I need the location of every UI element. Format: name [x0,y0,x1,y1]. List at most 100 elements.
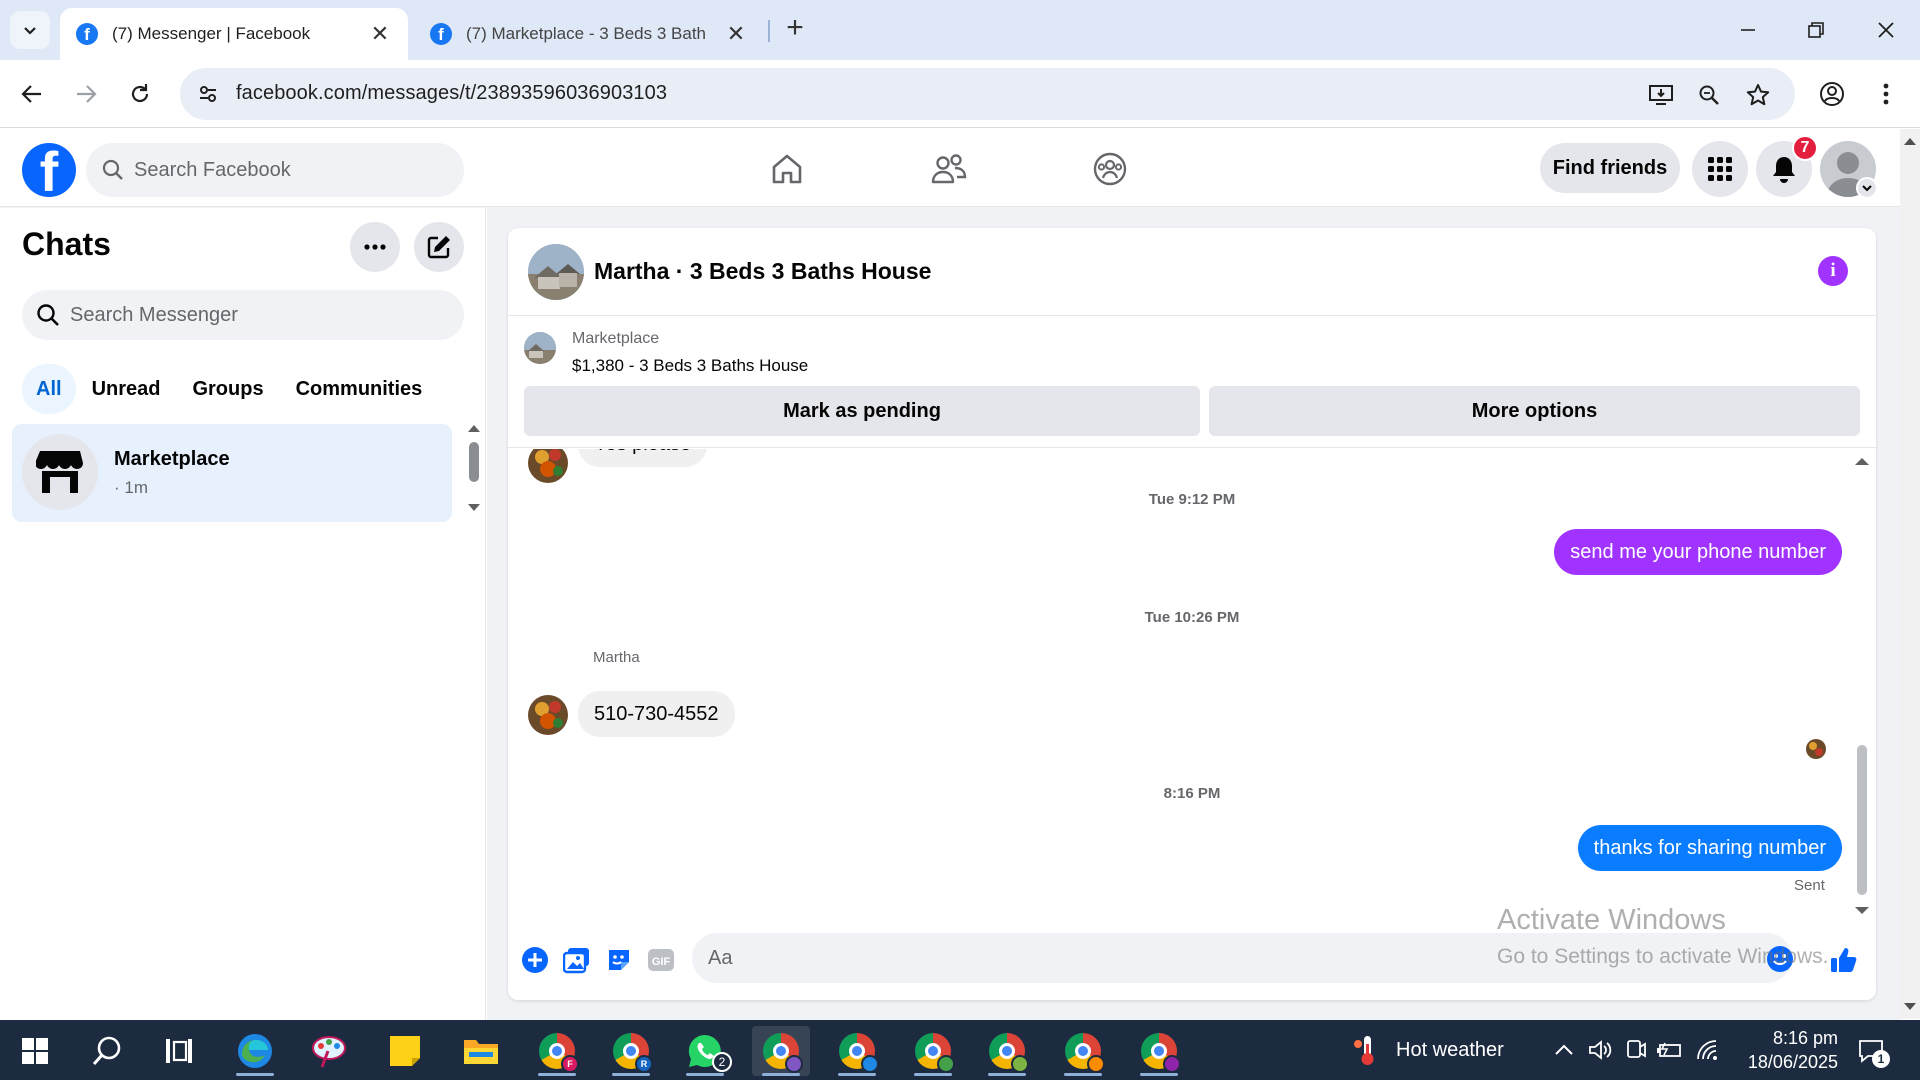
conversation-title[interactable]: Martha · 3 Beds 3 Baths House [594,258,931,285]
messenger-search[interactable] [22,290,464,340]
arrow-right-icon [77,85,97,103]
back-button[interactable] [14,76,50,112]
facebook-logo-icon[interactable]: f [22,143,76,197]
whatsapp-taskbar-icon[interactable]: 2 [676,1026,734,1076]
friends-nav-button[interactable] [929,149,969,189]
martha-avatar[interactable] [528,449,568,483]
start-button[interactable] [6,1026,64,1076]
close-tab-icon[interactable]: ✕ [368,21,392,47]
scroll-up-icon[interactable] [1855,457,1869,465]
volume-icon[interactable] [1586,1036,1614,1064]
chrome-icon: R [613,1033,653,1073]
scroll-up-icon[interactable] [468,424,480,432]
url-text[interactable]: facebook.com/messages/t/2389359603690310… [236,82,667,105]
more-options-button[interactable]: More options [1209,386,1860,436]
zoom-icon[interactable] [1696,82,1722,108]
forward-button[interactable] [68,76,104,112]
sticky-notes-taskbar-icon[interactable] [376,1026,434,1076]
close-tab-icon[interactable]: ✕ [724,21,748,47]
gif-icon[interactable]: GIF [646,945,676,975]
filter-all[interactable]: All [22,364,76,414]
message-bubble-incoming[interactable]: Yes please [578,449,708,467]
chrome-profile-5-taskbar-icon[interactable] [1054,1026,1112,1076]
weather-widget[interactable]: Hot weather [1352,1020,1504,1080]
tab-search-button[interactable] [10,11,50,49]
chrome-profile-4-taskbar-icon[interactable] [978,1026,1036,1076]
martha-avatar[interactable] [528,695,568,735]
listing-avatar[interactable] [528,244,584,300]
bookmark-star-icon[interactable] [1745,82,1771,108]
scroll-up-icon[interactable] [1904,137,1916,145]
home-nav-button[interactable] [767,149,807,189]
taskbar-search-button[interactable] [78,1026,136,1076]
chrome-profile-2-taskbar-icon[interactable] [828,1026,886,1076]
chrome-profile-f-taskbar-icon[interactable]: F [528,1026,586,1076]
chrome-icon [989,1033,1029,1073]
message-bubble-outgoing[interactable]: send me your phone number [1554,529,1842,575]
close-window-button[interactable] [1866,10,1906,50]
groups-nav-button[interactable] [1090,149,1130,189]
find-friends-button[interactable]: Find friends [1540,143,1680,193]
site-settings-icon[interactable] [194,80,222,108]
browser-menu-button[interactable] [1868,76,1904,112]
profile-button[interactable] [1814,76,1850,112]
tab-title: (7) Marketplace - 3 Beds 3 Bath [466,24,707,43]
chrome-icon [1141,1033,1181,1073]
message-scrollbar[interactable] [1850,449,1872,925]
mark-as-pending-button[interactable]: Mark as pending [524,386,1200,436]
browser-tab-bar: f (7) Messenger | Facebook ✕ f (7) Marke… [0,0,1920,60]
battery-icon[interactable] [1656,1036,1684,1064]
messenger-search-input[interactable] [70,290,450,340]
scroll-thumb[interactable] [1857,745,1867,895]
menu-button[interactable] [1692,141,1748,197]
edge-taskbar-icon[interactable] [226,1026,284,1076]
chrome-icon: F [539,1033,579,1073]
chrome-profile-r-taskbar-icon[interactable]: R [602,1026,660,1076]
restore-button[interactable] [1796,10,1836,50]
paint-taskbar-icon[interactable] [300,1026,358,1076]
message-bubble-incoming[interactable]: 510-730-4552 [578,691,735,737]
minimize-button[interactable] [1728,10,1768,50]
like-thumb-icon[interactable] [1828,945,1858,975]
file-explorer-taskbar-icon[interactable] [452,1026,510,1076]
tab-marketplace[interactable]: f (7) Marketplace - 3 Beds 3 Bath ✕ [414,8,764,60]
page-scrollbar[interactable] [1900,129,1920,1019]
scroll-down-icon[interactable] [468,504,480,512]
info-icon[interactable]: i [1818,256,1848,286]
task-view-button[interactable] [150,1026,208,1076]
filter-communities[interactable]: Communities [280,364,439,414]
show-hidden-icons-icon[interactable] [1550,1036,1578,1064]
scroll-down-icon[interactable] [1904,1003,1916,1011]
more-vertical-icon [1883,83,1889,105]
chrome-profile-3-taskbar-icon[interactable] [904,1026,962,1076]
account-caret-icon[interactable] [1856,177,1878,199]
listing-thumbnail[interactable] [524,332,556,364]
sticker-icon[interactable] [604,945,634,975]
facebook-search[interactable] [86,143,464,197]
install-app-icon[interactable] [1648,82,1674,108]
filter-unread[interactable]: Unread [76,364,177,414]
minimize-icon [1741,29,1755,31]
chrome-profile-6-taskbar-icon[interactable] [1130,1026,1188,1076]
chat-list-item[interactable]: Marketplace · 1m [12,424,452,522]
message-bubble-outgoing[interactable]: thanks for sharing number [1577,825,1842,871]
notification-center-button[interactable]: 1 [1856,1036,1890,1068]
chat-options-button[interactable] [350,222,400,272]
photo-icon[interactable] [562,945,592,975]
facebook-search-input[interactable] [134,143,454,197]
scroll-down-icon[interactable] [1855,907,1869,915]
new-message-button[interactable] [414,222,464,272]
filter-groups[interactable]: Groups [176,364,279,414]
scroll-thumb[interactable] [469,442,479,482]
tab-messenger[interactable]: f (7) Messenger | Facebook ✕ [60,8,408,60]
chat-list-scrollbar[interactable] [466,424,482,524]
network-icon[interactable] [1694,1036,1722,1064]
omnibox[interactable]: facebook.com/messages/t/2389359603690310… [180,68,1795,120]
system-clock[interactable]: 8:16 pm 18/06/2025 [1728,1026,1838,1074]
add-attachment-icon[interactable] [520,945,550,975]
meet-now-icon[interactable] [1622,1036,1650,1064]
new-tab-button[interactable]: + [780,13,810,44]
reload-button[interactable] [122,76,158,112]
chrome-active-taskbar-icon[interactable] [752,1026,810,1076]
listing-title[interactable]: $1,380 - 3 Beds 3 Baths House [572,356,808,376]
